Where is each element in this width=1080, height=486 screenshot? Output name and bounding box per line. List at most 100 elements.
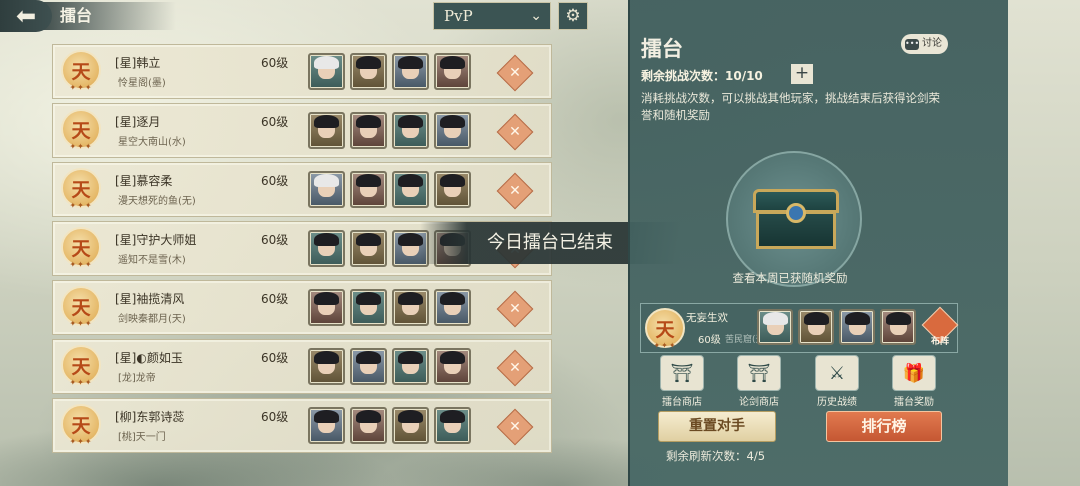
leaderboard-button[interactable]: 排行榜 bbox=[826, 411, 942, 442]
hero-avatar[interactable] bbox=[434, 53, 471, 90]
opponent-level: 60级 bbox=[261, 56, 289, 70]
opponent-level: 60级 bbox=[261, 233, 289, 247]
settings-button[interactable]: ⚙ bbox=[558, 2, 588, 30]
sword-shop-button[interactable]: ⛩ 论剑商店 bbox=[729, 355, 789, 408]
rank-badge: 天 ✦✦✦ bbox=[61, 286, 101, 330]
hero-avatar[interactable] bbox=[392, 112, 429, 149]
challenge-button[interactable]: ✕ bbox=[496, 54, 534, 92]
opponent-row[interactable]: 天 ✦✦✦ [星]韩立 怜星阁(墨) 60级 ✕ bbox=[52, 44, 552, 99]
hero-avatar[interactable] bbox=[880, 309, 916, 345]
opponent-row[interactable]: 天 ✦✦✦ [星]逐月 星空大南山(水) 60级 ✕ bbox=[52, 103, 552, 158]
challenge-button[interactable]: ✕ bbox=[496, 172, 534, 210]
hero-avatar[interactable] bbox=[308, 407, 345, 444]
opponent-team bbox=[308, 53, 471, 90]
opponent-level: 60级 bbox=[261, 174, 289, 188]
chevron-down-icon: ⌄ bbox=[530, 8, 542, 24]
hero-avatar[interactable] bbox=[350, 171, 387, 208]
page-title: 擂台 bbox=[36, 2, 176, 30]
opponent-row[interactable]: 天 ✦✦✦ [星]袖揽清风 剑映秦都月(天) 60级 ✕ bbox=[52, 280, 552, 335]
hero-avatar[interactable] bbox=[434, 171, 471, 208]
opponent-level: 60级 bbox=[261, 292, 289, 306]
hero-avatar[interactable] bbox=[350, 230, 387, 267]
top-bar: 擂台 ⬅ PvP ⌄ ⚙ bbox=[0, 0, 620, 34]
chat-bubble-icon: ••• bbox=[905, 38, 920, 50]
opponent-level: 60级 bbox=[261, 115, 289, 129]
hero-avatar[interactable] bbox=[350, 348, 387, 385]
hero-avatar[interactable] bbox=[308, 171, 345, 208]
shop-label: 擂台商店 bbox=[662, 397, 702, 408]
hero-avatar[interactable] bbox=[350, 289, 387, 326]
mode-dropdown[interactable]: PvP ⌄ bbox=[433, 2, 551, 30]
plus-icon: + bbox=[794, 63, 810, 83]
history-button[interactable]: ⚔ 历史战绩 bbox=[807, 355, 867, 408]
challenge-button[interactable]: ✕ bbox=[496, 290, 534, 328]
shop-icon: ⛩ bbox=[660, 355, 704, 391]
reward-chest-icon: 🎁 bbox=[892, 355, 936, 391]
weekly-reward-chest[interactable] bbox=[726, 151, 862, 287]
rank-badge: 天 ✦✦✦ bbox=[61, 345, 101, 389]
hero-avatar[interactable] bbox=[308, 289, 345, 326]
challenges-remaining: 剩余挑战次数：10/10 bbox=[641, 69, 763, 83]
crossed-swords-icon: ✕ bbox=[509, 124, 521, 140]
hero-avatar[interactable] bbox=[434, 289, 471, 326]
rank-badge: 天 ✦✦✦ bbox=[61, 50, 101, 94]
rank-stars-icon: ✦✦✦ bbox=[69, 437, 93, 446]
opponent-row[interactable]: 天 ✦✦✦ [星]◐颜如玉 [龙]龙帝 60级 ✕ bbox=[52, 339, 552, 394]
crossed-swords-icon: ✕ bbox=[509, 419, 521, 435]
opponent-team bbox=[308, 171, 471, 208]
challenge-button[interactable]: ✕ bbox=[496, 349, 534, 387]
hero-avatar[interactable] bbox=[798, 309, 834, 345]
hero-avatar[interactable] bbox=[308, 348, 345, 385]
crossed-swords-icon: ✕ bbox=[509, 183, 521, 199]
arena-info-panel: 擂台 ••• 讨论 剩余挑战次数：10/10 + 消耗挑战次数，可以挑战其他玩家… bbox=[628, 0, 1008, 486]
hero-avatar[interactable] bbox=[392, 53, 429, 90]
arena-shop-button[interactable]: ⛩ 擂台商店 bbox=[652, 355, 712, 408]
hero-avatar[interactable] bbox=[392, 348, 429, 385]
rank-stars-icon: ✦✦✦ bbox=[69, 378, 93, 387]
hero-avatar[interactable] bbox=[757, 309, 793, 345]
opponent-row[interactable]: 天 ✦✦✦ [星]慕容柔 漫天想死的鱼(无) 60级 ✕ bbox=[52, 162, 552, 217]
hero-avatar[interactable] bbox=[350, 112, 387, 149]
challenge-button[interactable]: ✕ bbox=[496, 113, 534, 151]
opponent-name: [星]逐月 bbox=[115, 115, 161, 129]
challenge-button[interactable]: ✕ bbox=[496, 408, 534, 446]
opponent-name: [星]袖揽清风 bbox=[115, 292, 185, 306]
shop-label: 论剑商店 bbox=[739, 397, 779, 408]
reset-opponents-button[interactable]: 重置对手 bbox=[658, 411, 776, 442]
opponent-level: 60级 bbox=[261, 410, 289, 424]
hero-avatar[interactable] bbox=[308, 112, 345, 149]
my-level: 60级 bbox=[698, 335, 721, 346]
opponent-row[interactable]: 天 ✦✦✦ [柳]东郭诗蕊 [桃]天一门 60级 ✕ bbox=[52, 398, 552, 453]
arena-reward-button[interactable]: 🎁 擂台奖励 bbox=[884, 355, 944, 408]
hero-avatar[interactable] bbox=[434, 407, 471, 444]
rank-badge: 天 ✦✦✦ bbox=[61, 109, 101, 153]
discuss-button[interactable]: ••• 讨论 bbox=[901, 34, 948, 54]
my-team bbox=[757, 309, 916, 345]
rank-badge: 天 ✦✦✦ bbox=[61, 227, 101, 271]
rank-stars-icon: ✦✦✦ bbox=[69, 201, 93, 210]
add-challenges-button[interactable]: + bbox=[791, 64, 813, 84]
hero-avatar[interactable] bbox=[350, 53, 387, 90]
crossed-swords-icon: ✕ bbox=[509, 65, 521, 81]
opponent-guild: 剑映秦都月(天) bbox=[118, 314, 186, 325]
hero-avatar[interactable] bbox=[392, 171, 429, 208]
discuss-label: 讨论 bbox=[922, 38, 942, 49]
shop-label: 擂台奖励 bbox=[894, 397, 934, 408]
shop-label: 历史战绩 bbox=[817, 397, 857, 408]
hero-avatar[interactable] bbox=[308, 53, 345, 90]
crossed-swords-icon: ⚔ bbox=[815, 355, 859, 391]
hero-avatar[interactable] bbox=[434, 348, 471, 385]
rank-stars-icon: ✦✦✦ bbox=[69, 319, 93, 328]
hero-avatar[interactable] bbox=[839, 309, 875, 345]
opponent-name: [星]守护大师姐 bbox=[115, 233, 197, 247]
opponent-guild: [龙]龙帝 bbox=[118, 373, 156, 384]
hero-avatar[interactable] bbox=[434, 112, 471, 149]
rank-stars-icon: ✦✦✦ bbox=[653, 341, 677, 350]
opponent-team bbox=[308, 112, 471, 149]
hero-avatar[interactable] bbox=[392, 289, 429, 326]
opponent-guild: 漫天想死的鱼(无) bbox=[118, 196, 196, 207]
hero-avatar[interactable] bbox=[392, 407, 429, 444]
back-button[interactable]: ⬅ bbox=[0, 0, 52, 32]
hero-avatar[interactable] bbox=[350, 407, 387, 444]
hero-avatar[interactable] bbox=[308, 230, 345, 267]
